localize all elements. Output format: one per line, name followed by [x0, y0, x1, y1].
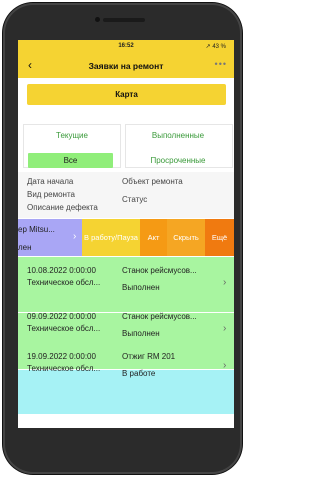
row-date: 10.08.2022 0:00:00 [27, 266, 96, 275]
swiped-row-line1: ер Mitsu... [18, 225, 55, 234]
filter-object[interactable]: Объект ремонта [122, 177, 183, 186]
row-date: 19.09.2022 0:00:00 [27, 352, 96, 361]
status-indicators: ↗ 43 % [205, 44, 226, 50]
swiped-row-line2: лен [18, 243, 32, 252]
tab-current[interactable]: Текущие [23, 131, 121, 140]
row-type: Техническое обсл... [27, 324, 101, 333]
row-object: Станок рейсмусов... [122, 266, 197, 275]
action-more[interactable]: Ещё [205, 219, 234, 256]
chevron-right-icon: › [223, 277, 227, 288]
row-date: 09.09.2022 0:00:00 [27, 312, 96, 321]
action-work-pause[interactable]: В работу/Пауза [82, 219, 140, 256]
speaker-grille [103, 18, 145, 22]
filter-defect-desc[interactable]: Описание дефекта [27, 203, 98, 212]
app-header: ‹ Заявки на ремонт ••• [18, 54, 234, 78]
row-type: Техническое обсл... [27, 364, 101, 373]
chevron-right-icon: › [223, 323, 227, 334]
chevron-right-icon: › [223, 360, 227, 371]
app-screen: 16:52 ↗ 43 % ‹ Заявки на ремонт ••• Карт… [18, 40, 234, 428]
chevron-right-icon: › [73, 231, 77, 242]
tab-overdue[interactable]: Просроченные [126, 156, 230, 165]
row-status: В работе [122, 369, 156, 378]
status-time: 16:52 [118, 43, 134, 49]
action-act[interactable]: Акт [140, 219, 167, 256]
filter-repair-type[interactable]: Вид ремонта [27, 190, 75, 199]
map-button[interactable]: Карта [27, 84, 226, 105]
row-status: Выполнен [122, 283, 160, 292]
page-title: Заявки на ремонт [88, 61, 164, 71]
filter-status[interactable]: Статус [122, 195, 147, 204]
tab-all[interactable]: Все [28, 153, 113, 168]
row-object: Отжиг RM 201 [122, 352, 176, 361]
row-object: Станок рейсмусов... [122, 312, 197, 321]
action-hide[interactable]: Скрыть [167, 219, 205, 256]
more-icon[interactable]: ••• [215, 59, 227, 69]
tab-done[interactable]: Выполненные [126, 131, 230, 140]
camera-icon [95, 17, 100, 22]
row-type: Техническое обсл... [27, 278, 101, 287]
row-status: Выполнен [122, 329, 160, 338]
status-bar: 16:52 ↗ 43 % [18, 40, 234, 54]
phone-frame: 16:52 ↗ 43 % ‹ Заявки на ремонт ••• Карт… [3, 3, 242, 474]
filter-start-date[interactable]: Дата начала [27, 177, 73, 186]
